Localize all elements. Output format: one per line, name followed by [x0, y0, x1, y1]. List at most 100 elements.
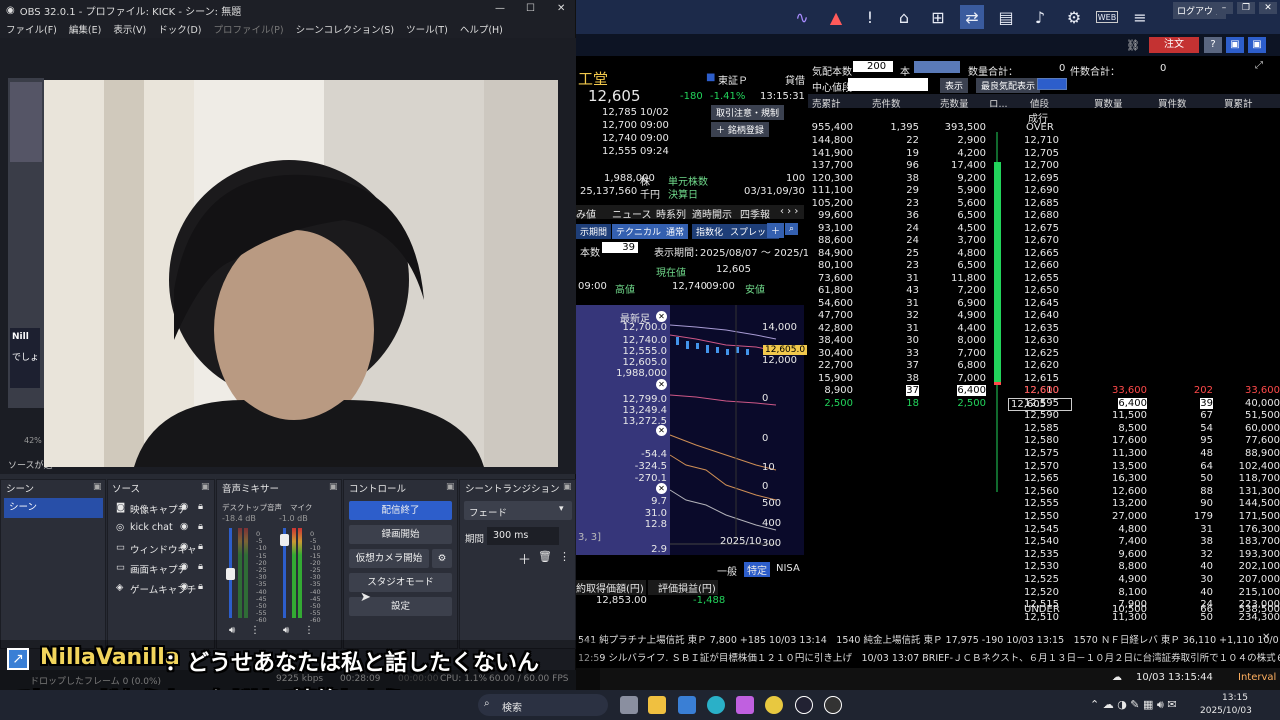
- ask-row[interactable]: 141,900 19 4,200 12,705: [808, 148, 1280, 161]
- order-button[interactable]: 注文: [1149, 37, 1199, 53]
- controls-dock-menu-icon[interactable]: ▣: [446, 482, 455, 492]
- eye-icon[interactable]: ◉: [180, 521, 188, 532]
- ask-row[interactable]: 93,100 24 4,500 12,675: [808, 223, 1280, 236]
- trading-app-icon[interactable]: [795, 696, 813, 714]
- ask-row[interactable]: 99,600 36 6,500 12,680: [808, 210, 1280, 223]
- bid-row[interactable]: 12,555 13,200 90 144,500: [808, 498, 1280, 511]
- ch2-volume-icon[interactable]: 🔊︎: [283, 625, 289, 636]
- ask-row[interactable]: 42,800 31 4,400 12,635: [808, 323, 1280, 336]
- taskbar-search[interactable]: ⌕ 検索: [478, 694, 608, 716]
- best-quote-button[interactable]: 最良気配表示: [976, 78, 1041, 93]
- home-icon[interactable]: ⌂: [892, 5, 916, 29]
- ask-row[interactable]: 84,900 25 4,800 12,665: [808, 248, 1280, 261]
- source-row-4[interactable]: ◈ ゲームキャプチ ◉ 🔒︎: [110, 580, 210, 598]
- ch1-more-icon[interactable]: ⋮: [250, 625, 260, 636]
- virtual-cam-button[interactable]: 仮想カメラ開始: [349, 549, 429, 568]
- obs-close-button[interactable]: ✕: [557, 3, 565, 14]
- transfer-icon[interactable]: ⇄: [960, 5, 984, 29]
- chart-tab-technical[interactable]: テクニカル: [612, 224, 666, 239]
- bid-row[interactable]: 12,520 8,100 40 215,100: [808, 587, 1280, 600]
- ask-row[interactable]: 137,700 96 17,400 12,700: [808, 160, 1280, 173]
- duration-input[interactable]: 300 ms: [487, 527, 559, 545]
- view-toggle[interactable]: [914, 61, 960, 73]
- chart-add-button[interactable]: ＋: [767, 223, 785, 238]
- ask-row[interactable]: 105,200 23 5,600 12,685: [808, 198, 1280, 211]
- add-window-icon[interactable]: ⊞: [926, 5, 950, 29]
- copilot-icon[interactable]: [736, 696, 754, 714]
- mixer-dock-menu-icon[interactable]: ▣: [329, 482, 338, 492]
- expand-icon[interactable]: ⤢: [1255, 60, 1263, 71]
- lock-icon[interactable]: 🔒︎: [198, 541, 203, 552]
- menu-icon[interactable]: ≡: [1128, 5, 1152, 29]
- start-record-button[interactable]: 録画開始: [349, 525, 452, 544]
- gear-icon[interactable]: ⚙: [1062, 5, 1086, 29]
- transition-select[interactable]: フェード ▾: [464, 501, 572, 520]
- layout-toggle[interactable]: [1037, 78, 1067, 90]
- depth-select[interactable]: 200: [853, 61, 893, 72]
- ch2-fader-knob[interactable]: [280, 534, 289, 546]
- ch2-more-icon[interactable]: ⋮: [304, 625, 314, 636]
- chart-tab-normal[interactable]: 通常: [662, 224, 689, 239]
- ask-row[interactable]: 15,900 38 7,000 12,615: [808, 373, 1280, 386]
- ask-row[interactable]: 30,400 33 7,700 12,625: [808, 348, 1280, 361]
- ask-row[interactable]: 111,100 29 5,900 12,690: [808, 185, 1280, 198]
- chrome-icon[interactable]: [765, 696, 783, 714]
- eye-icon[interactable]: ◉: [180, 501, 188, 512]
- tab-3[interactable]: 適時開示: [692, 206, 732, 221]
- eye-icon[interactable]: ◉: [180, 561, 188, 572]
- center-input[interactable]: [848, 78, 928, 91]
- source-row-2[interactable]: ▭ ウィンドウキャ ◉ 🔒︎: [110, 540, 210, 558]
- menu-scene-collection[interactable]: シーンコレクション(S): [296, 22, 394, 36]
- tab-0[interactable]: み値: [576, 206, 596, 221]
- ask-row[interactable]: 73,600 31 11,800 12,655: [808, 273, 1280, 286]
- window-button-2[interactable]: ▣: [1248, 37, 1266, 53]
- document-icon[interactable]: ▤: [994, 5, 1018, 29]
- ticker-close-icon[interactable]: ✕: [1262, 632, 1270, 643]
- ask-row[interactable]: 38,400 30 8,000 12,630: [808, 335, 1280, 348]
- bid-row[interactable]: 12,540 7,400 38 183,700: [808, 536, 1280, 549]
- taskview-icon[interactable]: [620, 696, 638, 714]
- legend-close-1[interactable]: ✕: [656, 379, 667, 390]
- legend-close-0[interactable]: ✕: [656, 311, 667, 322]
- bid-row[interactable]: 12,530 8,800 40 202,100: [808, 561, 1280, 574]
- store-icon[interactable]: [678, 696, 696, 714]
- maximize-button[interactable]: ❐: [1237, 2, 1255, 14]
- menu-dock[interactable]: ドック(D): [158, 22, 201, 36]
- tab-1[interactable]: ニュース: [612, 206, 652, 221]
- obs-minimize-button[interactable]: —: [495, 3, 505, 14]
- lock-icon[interactable]: 🔒︎: [198, 561, 203, 572]
- ch1-fader-knob[interactable]: [226, 568, 235, 580]
- ask-row[interactable]: 80,100 23 6,500 12,660: [808, 260, 1280, 273]
- account-tab-nisa[interactable]: NISA: [776, 563, 800, 574]
- zoom-icon[interactable]: ⌕: [785, 223, 799, 235]
- ask-row[interactable]: 54,600 31 6,900 12,645: [808, 298, 1280, 311]
- lock-icon[interactable]: 🔒︎: [198, 501, 203, 512]
- eye-icon[interactable]: ◉: [180, 541, 188, 552]
- source-row-3[interactable]: ▭ 画面キャプチ ◉ 🔒︎: [110, 560, 210, 578]
- transition-more-icon[interactable]: ⋮: [559, 550, 570, 563]
- add-transition-icon[interactable]: ＋: [518, 549, 531, 568]
- register-button[interactable]: ＋ 銘柄登録: [711, 122, 769, 137]
- legend-close-2[interactable]: ✕: [656, 425, 667, 436]
- close-button[interactable]: ✕: [1259, 2, 1277, 14]
- account-tab-specific[interactable]: 特定: [744, 562, 770, 577]
- chart-tab-period[interactable]: 示期間: [576, 224, 612, 239]
- chart-wave-icon[interactable]: ∿: [790, 5, 814, 29]
- ask-row[interactable]: 22,700 37 6,800 12,620: [808, 360, 1280, 373]
- obs-icon[interactable]: [824, 696, 842, 714]
- ask-row[interactable]: 61,800 43 7,200 12,650: [808, 285, 1280, 298]
- legend-close-3[interactable]: ✕: [656, 483, 667, 494]
- tab-arrows[interactable]: ‹ › ›: [780, 206, 798, 217]
- stop-stream-button[interactable]: 配信終了: [349, 501, 452, 520]
- sources-dock-menu-icon[interactable]: ▣: [201, 482, 210, 492]
- bid-row[interactable]: 12,590 11,500 67 51,500: [808, 410, 1280, 423]
- link-icon[interactable]: ⛓: [1126, 39, 1140, 52]
- ch1-volume-icon[interactable]: 🔊︎: [229, 625, 235, 636]
- eye-icon[interactable]: ◉: [180, 581, 188, 592]
- menu-help[interactable]: ヘルプ(H): [460, 22, 503, 36]
- stock-chart-icon[interactable]: ▲: [824, 5, 848, 29]
- period-value[interactable]: 39: [602, 242, 638, 253]
- chart-tab-index[interactable]: 指数化: [692, 224, 728, 239]
- transitions-dock-menu-icon[interactable]: ▣: [563, 482, 572, 492]
- account-tab-general[interactable]: 一般: [717, 563, 737, 578]
